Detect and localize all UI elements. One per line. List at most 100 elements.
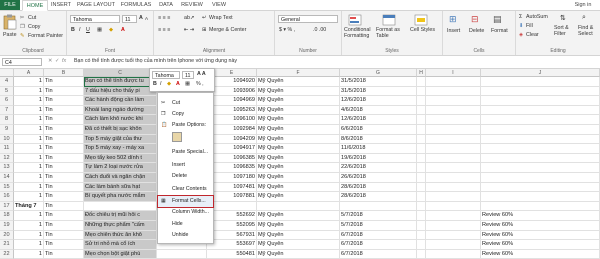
cell-j[interactable]: Review 60% bbox=[481, 221, 600, 231]
cell-e[interactable] bbox=[207, 201, 257, 212]
cell-e[interactable]: 552095 bbox=[207, 221, 257, 231]
cell-b[interactable]: Tin bbox=[44, 221, 84, 231]
merge-center-button[interactable]: Merge & Center bbox=[209, 27, 246, 33]
cell-h[interactable] bbox=[417, 96, 426, 106]
cell-g[interactable]: 6/7/2018 bbox=[340, 249, 417, 259]
cell-f[interactable]: Mỹ Quyên bbox=[257, 192, 340, 202]
cell-b[interactable]: Tin bbox=[44, 96, 84, 106]
copy-button[interactable]: Copy bbox=[28, 24, 40, 30]
cell-g[interactable]: 5/7/2018 bbox=[340, 211, 417, 221]
underline-icon[interactable]: U bbox=[86, 27, 90, 33]
cell-a[interactable]: 1 bbox=[14, 211, 44, 221]
cell-i[interactable] bbox=[426, 134, 481, 145]
cell-a[interactable]: 1 bbox=[14, 192, 44, 202]
cell-a[interactable]: 1 bbox=[14, 230, 44, 241]
tab-review[interactable]: REVIEW bbox=[178, 0, 206, 10]
cell-j[interactable] bbox=[481, 192, 600, 202]
cell-c[interactable]: Đã có thiết bị sạc khôn bbox=[84, 125, 157, 135]
menu-item-hide[interactable]: Hide bbox=[158, 219, 213, 230]
cell-a[interactable]: Tháng 7 bbox=[14, 201, 44, 212]
borders-icon[interactable]: ▦ bbox=[97, 27, 102, 33]
font-name-combo[interactable]: Tahoma bbox=[70, 15, 120, 23]
cell-g[interactable]: 8/6/2018 bbox=[340, 134, 417, 145]
cell-i[interactable] bbox=[426, 96, 481, 106]
number-format-combo[interactable]: General bbox=[278, 15, 338, 23]
cell-b[interactable]: Tin bbox=[44, 192, 84, 202]
mini-format-icon[interactable]: % , bbox=[196, 81, 204, 87]
cell-c[interactable]: Top 5 máy xay - máy xa bbox=[84, 144, 157, 154]
cell-b[interactable]: Tin bbox=[44, 105, 84, 116]
cell-f[interactable]: Mỹ Quyên bbox=[257, 125, 340, 135]
menu-item-unhide[interactable]: Unhide bbox=[158, 230, 213, 241]
cell-e[interactable]: 1097481 bbox=[207, 182, 257, 193]
paste-icon[interactable] bbox=[3, 14, 17, 30]
cell-i[interactable] bbox=[426, 192, 481, 202]
column-header-j[interactable]: J bbox=[481, 69, 600, 77]
cell-h[interactable] bbox=[417, 86, 426, 97]
orientation-icon[interactable]: ab↗ bbox=[184, 15, 194, 21]
cell-e[interactable]: 1096100 bbox=[207, 115, 257, 125]
cell-g[interactable]: 31/5/2018 bbox=[340, 86, 417, 97]
cell-f[interactable]: Mỹ Quyên bbox=[257, 144, 340, 154]
cell-g[interactable]: 5/7/2018 bbox=[340, 221, 417, 231]
cell-c[interactable]: Cách làm khô nước khi bbox=[84, 115, 157, 125]
cell-c[interactable]: Mẹo chiên thức ăn khô bbox=[84, 230, 157, 241]
cell-h[interactable] bbox=[417, 173, 426, 183]
column-header-c[interactable]: C bbox=[84, 69, 157, 77]
cell-i[interactable] bbox=[426, 144, 481, 154]
row-header[interactable]: 9 bbox=[0, 125, 14, 135]
mini-font-combo[interactable]: Tahoma bbox=[152, 71, 180, 79]
font-color-icon[interactable]: A bbox=[121, 27, 125, 33]
cell-h[interactable] bbox=[417, 125, 426, 135]
cell-j[interactable] bbox=[481, 105, 600, 116]
cell-c[interactable]: Các làm bánh sữa hạt bbox=[84, 182, 157, 193]
cell-h[interactable] bbox=[417, 134, 426, 145]
row-header[interactable]: 8 bbox=[0, 115, 14, 125]
menu-item-column-width[interactable]: Column Width... bbox=[158, 207, 213, 218]
cell-e[interactable]: 1094969 bbox=[207, 96, 257, 106]
cell-a[interactable]: 1 bbox=[14, 105, 44, 116]
cell-b[interactable]: Tin bbox=[44, 153, 84, 164]
cell-c[interactable]: Tự làm 2 loại nước rửa bbox=[84, 163, 157, 173]
cell-g[interactable]: 28/6/2018 bbox=[340, 192, 417, 202]
menu-item-cut[interactable]: ✂ Cut bbox=[158, 98, 213, 109]
worksheet-grid[interactable]: ABCDEFGHIJK 41TinBạn có thể tính được tu… bbox=[0, 69, 600, 259]
cell-e[interactable]: 1092984 bbox=[207, 125, 257, 135]
cell-j[interactable] bbox=[481, 86, 600, 97]
mini-size-combo[interactable]: 11 bbox=[182, 71, 194, 79]
cell-f[interactable]: Mỹ Quyên bbox=[257, 115, 340, 125]
column-header-h[interactable]: H bbox=[417, 69, 426, 77]
currency-icon[interactable]: $ ▾ % , bbox=[279, 27, 295, 33]
cell-g[interactable]: 19/6/2018 bbox=[340, 153, 417, 164]
cell-c[interactable]: Những thực phẩm "cấm bbox=[84, 221, 157, 231]
cell-i[interactable] bbox=[426, 201, 481, 212]
row-header[interactable]: 13 bbox=[0, 163, 14, 173]
cell-a[interactable]: 1 bbox=[14, 86, 44, 97]
cell-g[interactable]: 6/7/2018 bbox=[340, 230, 417, 241]
cell-a[interactable]: 1 bbox=[14, 134, 44, 145]
format-cells-button[interactable]: Format bbox=[491, 28, 508, 34]
paste-button[interactable]: Paste bbox=[3, 32, 17, 38]
cell-i[interactable] bbox=[426, 230, 481, 241]
row-header[interactable]: 17 bbox=[0, 201, 14, 212]
tab-file[interactable]: FILE bbox=[0, 0, 20, 10]
cell-b[interactable]: Tin bbox=[44, 115, 84, 125]
cell-f[interactable] bbox=[257, 201, 340, 212]
column-header-f[interactable]: F bbox=[257, 69, 340, 77]
cell-f[interactable]: Mỹ Quyên bbox=[257, 249, 340, 259]
row-header[interactable]: 12 bbox=[0, 153, 14, 164]
cell-i[interactable] bbox=[426, 125, 481, 135]
mini-italic-icon[interactable]: I bbox=[160, 81, 161, 87]
cell-a[interactable]: 1 bbox=[14, 163, 44, 173]
cell-i[interactable] bbox=[426, 77, 481, 87]
cell-i[interactable] bbox=[426, 173, 481, 183]
cell-h[interactable] bbox=[417, 230, 426, 241]
bold-icon[interactable]: B bbox=[71, 27, 75, 33]
conditional-formatting-icon[interactable] bbox=[348, 14, 362, 26]
delete-cells-button[interactable]: Delete bbox=[469, 28, 484, 34]
autosum-button[interactable]: AutoSum bbox=[526, 14, 548, 20]
cell-c[interactable] bbox=[84, 201, 157, 212]
align-left-icon[interactable]: ≡ ≡ ≡ bbox=[158, 27, 170, 33]
cell-e[interactable]: 550481 bbox=[207, 249, 257, 259]
cell-g[interactable]: 12/6/2018 bbox=[340, 115, 417, 125]
